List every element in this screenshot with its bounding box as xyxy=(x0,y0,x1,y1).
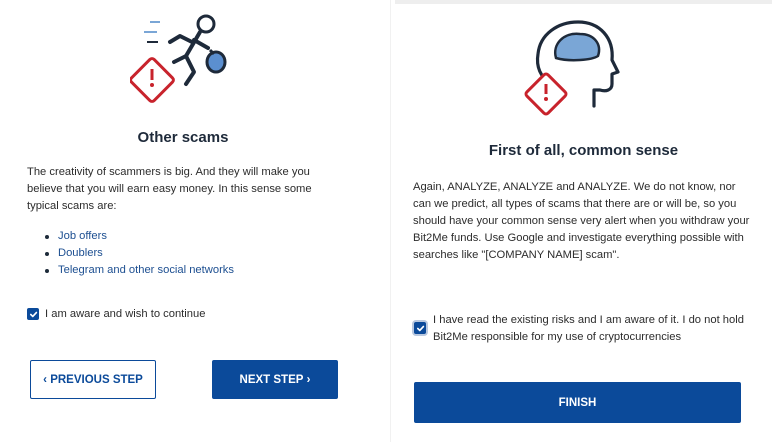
finish-label: FINISH xyxy=(558,396,597,409)
aware-checkbox[interactable] xyxy=(27,308,39,320)
right-title: First of all, common sense xyxy=(488,142,679,159)
previous-step-label: PREVIOUS STEP xyxy=(50,373,143,386)
checkmark-icon xyxy=(29,311,37,317)
left-intro: The creativity of scammers is big. And t… xyxy=(27,166,312,212)
next-step-label: NEXT STEP xyxy=(239,373,304,386)
head-brain-warning-icon xyxy=(524,20,620,116)
top-border xyxy=(395,0,772,4)
chevron-right-icon: › xyxy=(306,373,311,386)
right-panel: First of all, common sense Again, ANALYZ… xyxy=(395,0,772,442)
aware-checkbox-row[interactable]: I am aware and wish to continue xyxy=(27,306,205,323)
risks-checkbox[interactable] xyxy=(414,322,426,334)
left-title: Other scams xyxy=(137,129,229,146)
risks-checkbox-label: I have read the existing risks and I am … xyxy=(433,314,744,343)
risks-checkbox-row[interactable]: I have read the existing risks and I am … xyxy=(414,312,754,346)
scam-item-job-offers[interactable]: Job offers xyxy=(44,228,234,245)
panel-divider xyxy=(390,0,391,442)
previous-step-button[interactable]: ‹ PREVIOUS STEP xyxy=(30,360,156,399)
chevron-left-icon: ‹ xyxy=(43,373,47,386)
finish-button[interactable]: FINISH xyxy=(414,382,741,423)
scam-list: Job offers Doublers Telegram and other s… xyxy=(44,228,234,279)
left-panel: Other scams The creativity of scammers i… xyxy=(0,0,382,442)
next-step-button[interactable]: NEXT STEP › xyxy=(212,360,338,399)
aware-checkbox-label: I am aware and wish to continue xyxy=(45,308,206,320)
scam-item-telegram[interactable]: Telegram and other social networks xyxy=(44,262,234,279)
thief-running-icon xyxy=(130,14,227,103)
right-body: Again, ANALYZE, ANALYZE and ANALYZE. We … xyxy=(413,181,750,261)
checkmark-icon xyxy=(416,325,424,331)
scam-item-doublers[interactable]: Doublers xyxy=(44,245,234,262)
